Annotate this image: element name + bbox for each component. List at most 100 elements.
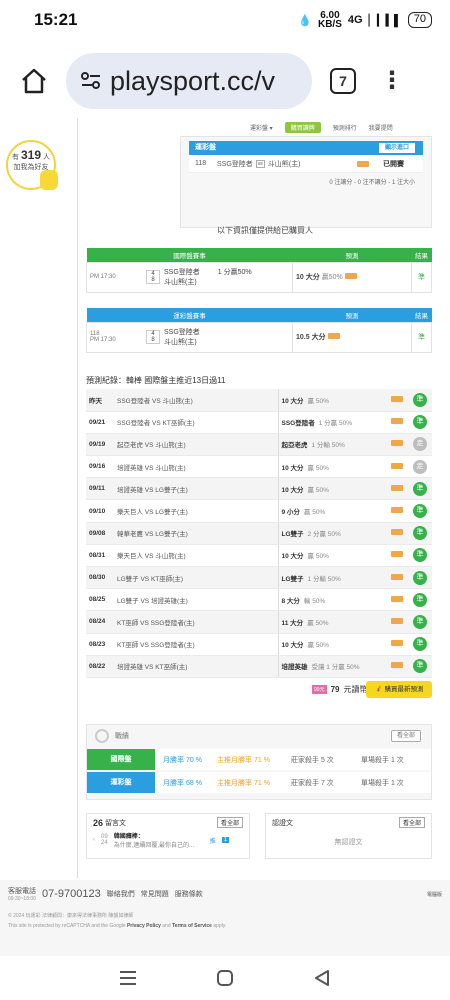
stat-single: 單場殺手 1 次: [361, 755, 431, 765]
th-pick: 預測: [292, 248, 412, 262]
record-result: 走: [410, 433, 432, 457]
footer-link-contact[interactable]: 聯絡我們: [107, 889, 135, 899]
recent-apps-icon[interactable]: [118, 969, 138, 987]
record-pick: 起亞老虎 1 分輸 50%: [277, 433, 388, 457]
stat-month: 月勝率 70 %: [155, 755, 217, 765]
terms-link[interactable]: Terms of Service: [172, 923, 212, 929]
team-home: 斗山熊(主): [164, 339, 197, 346]
record-tag: [388, 566, 410, 590]
system-nav-bar: [0, 956, 450, 1000]
record-pick-value: 11 大分: [281, 619, 304, 627]
site-settings-icon[interactable]: [80, 71, 102, 91]
menu-icon[interactable]: ⋮: [380, 69, 404, 93]
result-badge: 準: [413, 392, 427, 407]
nav-item-sport[interactable]: 運彩盤 ▾: [250, 123, 273, 132]
record-match: KT巫師 VS SSG登陸者(主): [114, 610, 278, 634]
record-date: 08/25: [86, 588, 114, 612]
record-tag: [388, 655, 410, 678]
record-pick-note: 贏 50%: [307, 642, 329, 650]
nav-item-buy[interactable]: 購買讀牌: [284, 121, 321, 133]
record-match: 培證英雄 VS LG雙子(主): [114, 477, 278, 501]
pick-box: 運彩盤 顯示進口 118 SSG登陸者 vs 斗山熊(主) 已開賽 0 注讓分 -…: [180, 136, 432, 228]
record-pick-value: SSG登陸者: [281, 420, 315, 428]
record-match: SSG登陸者 VS 斗山熊(主): [114, 389, 278, 412]
tab-switcher-button[interactable]: 7: [330, 68, 356, 94]
prev-icon[interactable]: ‹: [93, 837, 95, 843]
record-date: 09/11: [86, 477, 114, 501]
friend-prefix: 有: [12, 154, 20, 161]
pick-value: 10 大分: [296, 274, 320, 281]
record-result: 準: [410, 522, 432, 545]
stat-main-value: 主推月勝率 71: [217, 779, 262, 787]
record-row: 08/25 LG雙子 VS 培證英雄(主) 8 大分輸 50% 準: [86, 588, 432, 612]
pick-cell: 10 大分 贏50%: [292, 261, 412, 293]
pick-cell: 10.5 大分: [292, 321, 412, 353]
pick-note: 贏50%: [321, 274, 343, 281]
pick-row: 118 SSG登陸者 vs 斗山熊(主) 已開賽: [189, 155, 423, 173]
buy-button[interactable]: 💰 購買最新預測: [366, 681, 432, 698]
game-code: 118: [195, 160, 207, 167]
record-pick-note: 贏 50%: [307, 486, 329, 494]
record-pick-value: 9 小分: [281, 509, 300, 517]
result-cell: 準: [411, 321, 432, 353]
record-row: 09/21 SSG登陸者 VS KT巫師(主) SSG登陸者 1 分贏 50% 準: [86, 411, 432, 434]
stats-viewall-button[interactable]: 看全部: [390, 730, 421, 742]
game-cell: 118 PM 17:30 48 SSG登陸者 斗山熊(主): [86, 321, 293, 353]
cert-viewall-button[interactable]: 看全部: [398, 817, 425, 828]
record-result: 準: [410, 610, 432, 634]
record-match: 韓華老鷹 VS LG雙子(主): [114, 522, 278, 545]
record-pick: SSG登陸者 1 分贏 50%: [277, 411, 388, 434]
stat-unit: 次: [396, 779, 404, 787]
table-row: PM 17:30 48 SSG登陸者 斗山熊(主) 1 分贏50% 10 大分 贏…: [86, 261, 432, 293]
message-item[interactable]: ‹ 09 24 韓國癮棒： 為什麼,連續回覆,最你自己的... 推 1: [87, 831, 249, 849]
record-pick: 10 大分贏 50%: [277, 477, 388, 501]
recaptcha-text: This site is protected by reCAPTCHA and …: [8, 923, 127, 929]
buy-label: 購買最新預測: [384, 686, 424, 693]
message-viewall-button[interactable]: 看全部: [216, 817, 243, 828]
pick-tag-icon: [391, 551, 403, 558]
record-match: 培證英雄 VS KT巫師(主): [114, 655, 278, 678]
record-match: LG雙子 VS KT巫師(主): [114, 566, 278, 590]
nav-item-ask[interactable]: 我要提問: [369, 123, 393, 132]
record-match: 樂天巨人 VS LG雙子(主): [114, 499, 278, 523]
team-away: SSG登陸者: [164, 269, 200, 276]
pick-tag-icon: [391, 418, 403, 425]
record-row: 08/22 培證英雄 VS KT巫師(主) 培證英雄 受讓 1 分贏 50% 準: [86, 655, 432, 678]
message-num: 1: [221, 837, 230, 843]
stat-single-value: 單場殺手 1: [361, 779, 395, 787]
footer-link-faq[interactable]: 常見問題: [141, 889, 169, 899]
team-away: SSG登陸者: [217, 160, 253, 168]
message-tag: 推: [209, 838, 216, 845]
stats-row-intl: 國際盤 月勝率 70 % 主推月勝率 71 % 莊家殺手 5 次 單場殺手 1 …: [87, 749, 431, 770]
record-pick: LG雙子 2 分贏 50%: [277, 522, 388, 545]
record-pick-value: LG雙子: [281, 575, 304, 583]
home-button[interactable]: [14, 61, 54, 101]
record-row: 08/31 樂天巨人 VS 斗山熊(主) 10 大分贏 50% 準: [86, 544, 432, 568]
stat-banker: 莊家殺手 5 次: [291, 755, 361, 765]
pick-tag-icon: [357, 160, 369, 167]
result-badge: 準: [413, 614, 427, 629]
cert-label: 認證文: [272, 819, 293, 827]
home-rank: 8: [151, 337, 155, 343]
web-page: 有 319 人 加我為好友 運彩盤 ▾ 購買讀牌 預測排行 我要提問 運彩盤 顯示…: [0, 118, 450, 956]
show-button[interactable]: 顯示進口: [378, 143, 415, 153]
desktop-version-link[interactable]: 電腦版: [427, 891, 442, 898]
back-icon[interactable]: [312, 968, 332, 988]
privacy-link[interactable]: Privacy Policy: [127, 923, 161, 929]
friend-count: 319: [20, 148, 42, 162]
result-badge: 走: [413, 437, 427, 452]
result-badge: 準: [413, 570, 427, 585]
record-result: 準: [410, 544, 432, 568]
footer: 客服電話 09:30~18:00 07-9700123 聯絡我們 常見問題 服務條…: [0, 880, 450, 956]
service-phone[interactable]: 07-9700123: [42, 888, 101, 900]
result-badge: 走: [413, 459, 427, 474]
top-nav: 運彩盤 ▾ 購買讀牌 預測排行 我要提問: [250, 120, 435, 134]
record-row: 08/30 LG雙子 VS KT巫師(主) LG雙子 1 分輸 50% 準: [86, 566, 432, 590]
nav-item-rank[interactable]: 預測排行: [333, 123, 357, 132]
message-label: 留言文: [104, 819, 126, 827]
message-day: 24: [101, 840, 108, 846]
record-pick-note: 贏 50%: [303, 509, 326, 517]
address-bar[interactable]: playsport.cc/v: [66, 53, 312, 109]
footer-link-terms[interactable]: 服務條款: [175, 889, 203, 899]
home-nav-icon[interactable]: [215, 968, 235, 988]
